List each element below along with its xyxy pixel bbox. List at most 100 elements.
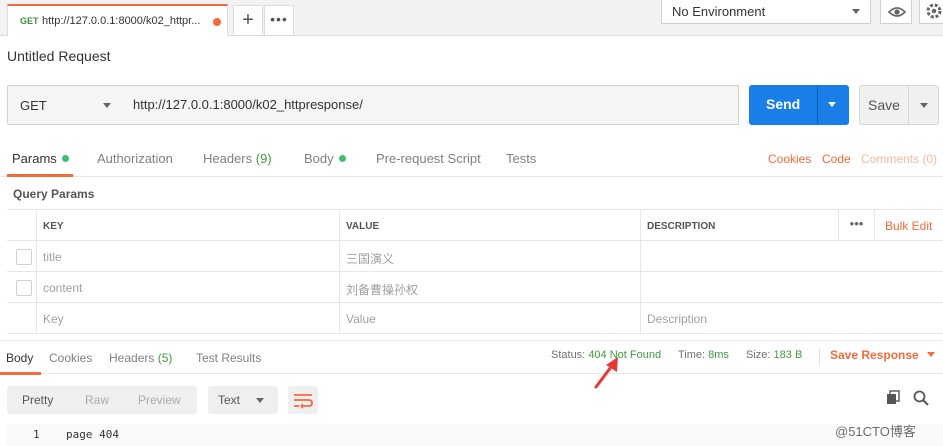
tab-headers-label: Headers (203, 151, 253, 166)
time-label: Time: (678, 349, 706, 361)
environment-select[interactable]: No Environment (661, 0, 871, 24)
view-raw-button[interactable]: Raw (85, 393, 109, 407)
http-method-select[interactable]: GET (7, 85, 124, 125)
request-tabs: Params Authorization Headers (9) Body Pr… (0, 135, 943, 177)
value-placeholder: Value (346, 312, 376, 326)
params-indicator-icon (61, 155, 69, 162)
chevron-down-icon (926, 352, 935, 357)
col-header-key: KEY (37, 209, 340, 241)
wrap-lines-button[interactable] (288, 386, 318, 414)
table-more-button[interactable]: ••• (839, 209, 875, 241)
tab-params-label: Params (12, 151, 57, 166)
view-mode-group: Pretty Raw Preview (7, 386, 197, 414)
status-label: Status: (551, 349, 586, 361)
send-button[interactable]: Send (749, 85, 849, 125)
time-readout: Time: 8ms (678, 349, 729, 361)
response-tab-cookies[interactable]: Cookies (49, 351, 92, 365)
param-key-cell[interactable]: title (37, 241, 340, 272)
param-description-cell[interactable] (641, 272, 943, 303)
param-value: 刘备曹操孙权 (346, 283, 419, 297)
save-label: Save (868, 97, 900, 113)
bulk-edit-link[interactable]: Bulk Edit (885, 219, 932, 233)
send-options-chevron-icon[interactable] (828, 102, 836, 107)
response-tab-test-results[interactable]: Test Results (196, 351, 261, 365)
save-response-label: Save Response (830, 348, 919, 362)
response-tabs: Body Cookies Headers (5) Test Results St… (0, 340, 943, 375)
col-header-description-label: DESCRIPTION (647, 221, 716, 232)
response-tab-headers-label: Headers (109, 351, 155, 365)
body-indicator-icon (338, 155, 346, 162)
key-placeholder: Key (43, 312, 64, 326)
row-checkbox[interactable] (16, 280, 32, 296)
meta-divider (819, 348, 820, 366)
comments-link[interactable]: Comments (0) (861, 152, 937, 166)
eye-icon (887, 7, 907, 17)
gear-icon (926, 3, 942, 19)
add-tab-button[interactable]: + (233, 5, 263, 35)
line-number: 1 (33, 428, 40, 441)
code-text: page 404 (66, 428, 119, 441)
param-value-cell[interactable]: 三国演义 (340, 241, 641, 272)
row-checkbox[interactable] (16, 249, 32, 265)
new-key-input[interactable]: Key (37, 303, 340, 334)
response-body[interactable]: 1 page 404 (7, 424, 943, 446)
unsaved-dot-icon (213, 18, 221, 26)
query-params-title: Query Params (13, 187, 95, 201)
send-label: Send (766, 96, 801, 112)
tab-headers[interactable]: Headers (9) (203, 151, 272, 166)
format-value: Text (218, 393, 241, 407)
view-pretty-button[interactable]: Pretty (22, 393, 53, 407)
param-value-cell[interactable]: 刘备曹操孙权 (340, 272, 641, 303)
param-value: 三国演义 (346, 252, 395, 266)
tab-prerequest-script[interactable]: Pre-request Script (376, 151, 481, 166)
tab-more-button[interactable]: ••• (264, 5, 294, 35)
chevron-down-icon (852, 9, 860, 14)
annotation-arrow-icon (594, 357, 618, 389)
table-row-check (7, 272, 37, 303)
tab-tests[interactable]: Tests (506, 151, 536, 166)
header-check-col (7, 209, 37, 241)
col-header-value: VALUE (340, 209, 641, 241)
save-options-chevron-icon[interactable] (920, 103, 928, 108)
tab-url: http://127.0.0.1:8000/k02_httpr... (42, 15, 201, 27)
table-row-check (7, 303, 37, 334)
wrap-icon (294, 394, 313, 409)
copy-icon[interactable] (885, 390, 901, 406)
col-header-value-label: VALUE (346, 221, 380, 232)
view-preview-button[interactable]: Preview (138, 393, 181, 407)
tab-body[interactable]: Body (304, 151, 346, 166)
param-description-cell[interactable] (641, 241, 943, 272)
search-icon[interactable] (912, 389, 930, 407)
size-value: 183 B (773, 349, 803, 361)
param-key-cell[interactable]: content (37, 272, 340, 303)
http-method-value: GET (20, 98, 47, 113)
format-select[interactable]: Text (208, 386, 278, 414)
param-key: title (43, 250, 62, 264)
size-readout: Size: 183 B (746, 349, 802, 361)
chevron-down-icon (103, 103, 111, 108)
page-title: Untitled Request (7, 48, 111, 64)
send-divider (817, 85, 818, 125)
new-description-input[interactable]: Description (641, 303, 943, 334)
save-response-button[interactable]: Save Response (830, 348, 935, 362)
col-header-description: DESCRIPTION (641, 209, 839, 241)
environment-label: No Environment (672, 4, 766, 19)
size-label: Size: (746, 349, 771, 361)
bulk-edit-cell: Bulk Edit (875, 209, 943, 241)
tab-method: GET (20, 16, 39, 26)
request-url-input[interactable]: http://127.0.0.1:8000/k02_httpresponse/ (123, 85, 739, 125)
tab-params[interactable]: Params (12, 151, 69, 166)
environment-quick-look-button[interactable] (880, 0, 912, 24)
code-link[interactable]: Code (822, 152, 851, 166)
save-button[interactable]: Save (859, 85, 939, 125)
chevron-down-icon (256, 398, 264, 403)
cookies-link[interactable]: Cookies (768, 152, 811, 166)
tab-authorization[interactable]: Authorization (97, 151, 173, 166)
tab-body-label: Body (304, 151, 334, 166)
table-row-check (7, 241, 37, 272)
response-tab-body[interactable]: Body (6, 351, 33, 365)
manage-environments-button[interactable] (919, 0, 943, 24)
new-value-input[interactable]: Value (340, 303, 641, 334)
request-tab[interactable]: GET http://127.0.0.1:8000/k02_httpr... (7, 4, 228, 36)
response-tab-headers[interactable]: Headers (5) (109, 351, 172, 365)
